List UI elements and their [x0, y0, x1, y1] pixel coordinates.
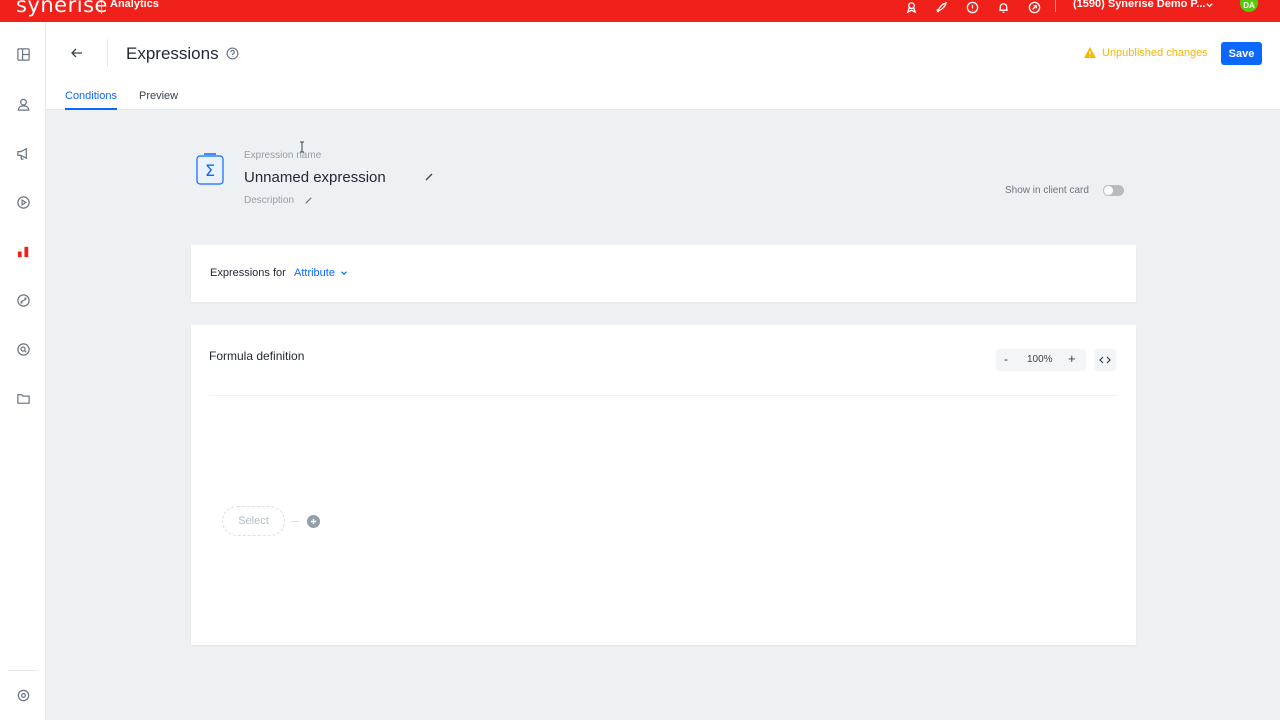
brand-logo[interactable]: synerise — [16, 0, 108, 17]
select-node[interactable]: Select — [222, 506, 285, 536]
tab-conditions[interactable]: Conditions — [65, 90, 117, 110]
zoom-out-button[interactable]: - — [1004, 352, 1008, 366]
arrow-left-icon — [71, 48, 82, 58]
page-title: Expressions — [126, 44, 219, 63]
pencil-icon[interactable] — [304, 196, 313, 205]
unpublished-status: Unpublished changes — [1083, 46, 1208, 59]
zoom-control: - 100% + — [996, 349, 1086, 371]
sigma-icon: Σ — [196, 153, 224, 185]
expressions-for-value: Attribute — [294, 267, 335, 279]
client-card-toggle[interactable] — [1103, 185, 1124, 196]
search-circle-icon[interactable] — [13, 339, 33, 359]
back-button[interactable] — [68, 44, 86, 62]
sidebar — [0, 22, 46, 720]
help-icon[interactable] — [226, 47, 239, 60]
save-button[interactable]: Save — [1221, 42, 1262, 65]
node-connector — [291, 521, 299, 522]
help-icon[interactable] — [965, 0, 979, 14]
megaphone-icon[interactable] — [13, 143, 33, 163]
header-divider — [107, 39, 108, 67]
expressions-for-label: Expressions for — [210, 267, 286, 279]
top-bar: synerise Analytics (1590) Synerise Demo … — [0, 0, 1280, 22]
chevron-down-icon — [341, 271, 347, 276]
unpublished-label: Unpublished changes — [1102, 46, 1208, 59]
rocket-icon[interactable] — [934, 0, 948, 14]
formula-divider — [209, 395, 1117, 396]
folder-icon[interactable] — [13, 388, 33, 408]
warning-icon — [1084, 47, 1096, 58]
settings-icon[interactable] — [13, 685, 33, 705]
zoom-level: 100% — [1027, 354, 1053, 365]
sidebar-divider — [8, 670, 38, 671]
plus-icon — [310, 518, 317, 525]
module-name: Analytics — [110, 0, 159, 10]
dashboard-icon[interactable] — [13, 44, 33, 64]
expressions-for-card: Expressions for Attribute — [191, 245, 1136, 302]
exchange-icon[interactable] — [13, 290, 33, 310]
expression-name-label: Expression name — [244, 150, 322, 161]
svg-text:Σ: Σ — [205, 161, 215, 180]
page-header: Expressions Unpublished changes Save Con… — [46, 22, 1280, 110]
code-view-button[interactable] — [1094, 349, 1116, 371]
formula-card: Formula definition - 100% + Select — [191, 325, 1136, 645]
topbar-divider — [1055, 0, 1056, 12]
workspace-name[interactable]: (1590) Synerise Demo P... — [1073, 0, 1205, 10]
code-icon — [1099, 356, 1111, 364]
brand-divider — [101, 0, 102, 14]
bell-icon[interactable] — [996, 0, 1010, 14]
description-field[interactable]: Description — [244, 195, 294, 206]
pencil-icon[interactable] — [424, 172, 434, 182]
badge-icon[interactable] — [904, 0, 918, 14]
tab-preview[interactable]: Preview — [139, 90, 178, 110]
chevron-down-icon[interactable] — [1205, 0, 1214, 15]
play-circle-icon[interactable] — [13, 192, 33, 212]
expression-name[interactable]: Unnamed expression — [244, 169, 386, 186]
formula-title: Formula definition — [209, 349, 305, 363]
zoom-in-button[interactable]: + — [1068, 351, 1076, 366]
client-card-label: Show in client card — [1005, 185, 1089, 196]
user-icon[interactable] — [13, 94, 33, 114]
toggle-knob — [1104, 186, 1113, 195]
avatar[interactable]: DA — [1240, 0, 1258, 12]
sync-icon[interactable] — [1027, 0, 1041, 14]
analytics-icon[interactable] — [13, 241, 33, 261]
add-node-button[interactable] — [307, 515, 320, 528]
expressions-for-dropdown[interactable]: Attribute — [294, 267, 348, 279]
